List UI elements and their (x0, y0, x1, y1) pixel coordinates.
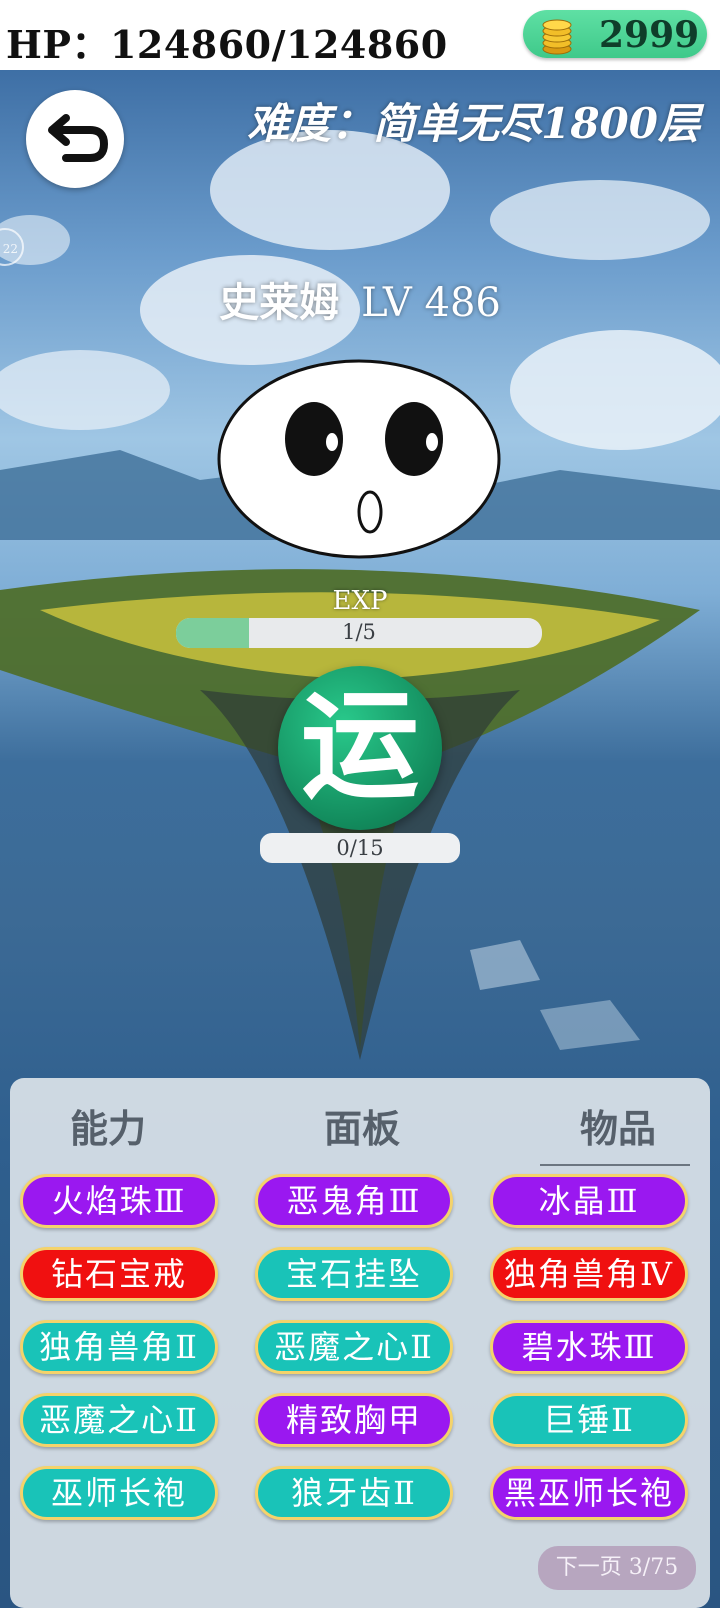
tab-stats[interactable]: 面板 (324, 1098, 400, 1153)
fortune-button[interactable]: 运 (278, 666, 442, 830)
gold-coin-icon (542, 19, 572, 55)
monster-title: 史莱姆 LV 486 (0, 270, 720, 328)
inventory-item[interactable]: 独角兽角Ⅱ (20, 1320, 218, 1374)
inventory-item[interactable]: 恶魔之心Ⅱ (255, 1320, 453, 1374)
tab-ability[interactable]: 能力 (70, 1098, 146, 1153)
monster-level: LV 486 (361, 280, 501, 326)
gold-counter: 2999 (523, 10, 707, 58)
inventory-item[interactable]: 宝石挂坠 (255, 1247, 453, 1301)
inventory-item[interactable]: 独角兽角Ⅳ (490, 1247, 688, 1301)
inventory-panel: 能力 面板 物品 火焰珠Ⅲ 恶鬼角Ⅲ 冰晶Ⅲ 钻石宝戒 宝石挂坠 独角兽角Ⅳ 独角兽角Ⅱ 恶魔… (10, 1078, 710, 1608)
difficulty-label: 难度：简单无尽1800层 (247, 99, 700, 148)
inventory-item[interactable]: 火焰珠Ⅲ (20, 1174, 218, 1228)
active-tab-underline (540, 1164, 690, 1166)
hp-readout: HP：124860/124860 (6, 22, 448, 67)
inventory-item[interactable]: 钻石宝戒 (20, 1247, 218, 1301)
gold-amount: 2999 (599, 14, 700, 56)
next-page-button[interactable]: 下一页 3/75 (538, 1546, 696, 1590)
inventory-item[interactable]: 碧水珠Ⅲ (490, 1320, 688, 1374)
inventory-item[interactable]: 恶鬼角Ⅲ (255, 1174, 453, 1228)
exp-label: EXP (332, 586, 388, 616)
inventory-item[interactable]: 冰晶Ⅲ (490, 1174, 688, 1228)
battle-scene: 难度：简单无尽1800层 22 史莱姆 LV 486 EXP 1/5 运 0/15… (0, 70, 720, 1608)
monster-name: 史莱姆 (219, 279, 340, 326)
fortune-counter: 0/15 (260, 833, 460, 863)
slime-monster[interactable] (214, 356, 504, 562)
exp-value: 1/5 (342, 620, 376, 644)
back-arrow-icon (48, 114, 109, 162)
back-button[interactable] (26, 90, 124, 188)
inventory-item[interactable]: 精致胸甲 (255, 1393, 453, 1447)
inventory-item[interactable]: 巨锤Ⅱ (490, 1393, 688, 1447)
status-bar: HP：124860/124860 2999 (0, 0, 720, 70)
tab-items[interactable]: 物品 (580, 1098, 656, 1153)
inventory-item[interactable]: 黑巫师长袍 (490, 1466, 688, 1520)
inventory-item[interactable]: 巫师长袍 (20, 1466, 218, 1520)
inventory-item[interactable]: 恶魔之心Ⅱ (20, 1393, 218, 1447)
exp-bar: 1/5 (176, 618, 542, 648)
inventory-item[interactable]: 狼牙齿Ⅱ (255, 1466, 453, 1520)
